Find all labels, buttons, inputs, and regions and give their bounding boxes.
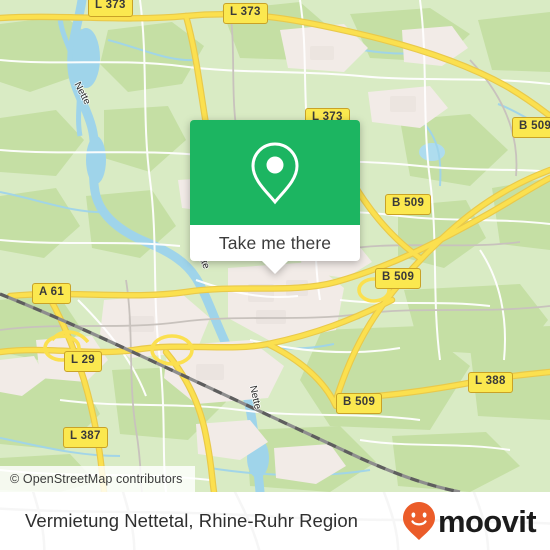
road-shield: B 509 xyxy=(512,117,550,138)
moovit-brand-logo[interactable]: moovit xyxy=(402,501,537,541)
road-shield: B 509 xyxy=(385,194,432,215)
callout-action-area[interactable]: Take me there xyxy=(190,225,360,261)
page-footer: Vermietung Nettetal, Rhine-Ruhr Region m… xyxy=(0,492,550,550)
road-shield: L 29 xyxy=(64,351,103,372)
attribution-text: © OpenStreetMap contributors xyxy=(10,472,183,486)
take-me-there-callout[interactable]: Take me there xyxy=(190,120,360,274)
map-pin-icon xyxy=(251,141,299,204)
callout-pointer xyxy=(262,261,288,274)
callout-icon-area xyxy=(190,120,360,225)
page-title: Vermietung Nettetal, Rhine-Ruhr Region xyxy=(25,510,359,531)
road-shield: L 387 xyxy=(63,427,108,448)
road-shield: L 388 xyxy=(468,372,513,393)
callout-label: Take me there xyxy=(218,232,332,253)
map-attribution: © OpenStreetMap contributors xyxy=(0,466,195,492)
road-shield: A 61 xyxy=(32,283,72,304)
road-shield: L 373 xyxy=(88,0,133,17)
road-shield: L 373 xyxy=(223,3,268,24)
moovit-pin-smiley-icon xyxy=(402,502,435,540)
moovit-map-page: L 373 L 373 L 373 B 509 B 509 B 509 B 50… xyxy=(0,0,550,550)
road-shield: B 509 xyxy=(375,268,422,289)
moovit-wordmark: moovit xyxy=(437,503,537,539)
road-shield: B 509 xyxy=(336,393,383,414)
